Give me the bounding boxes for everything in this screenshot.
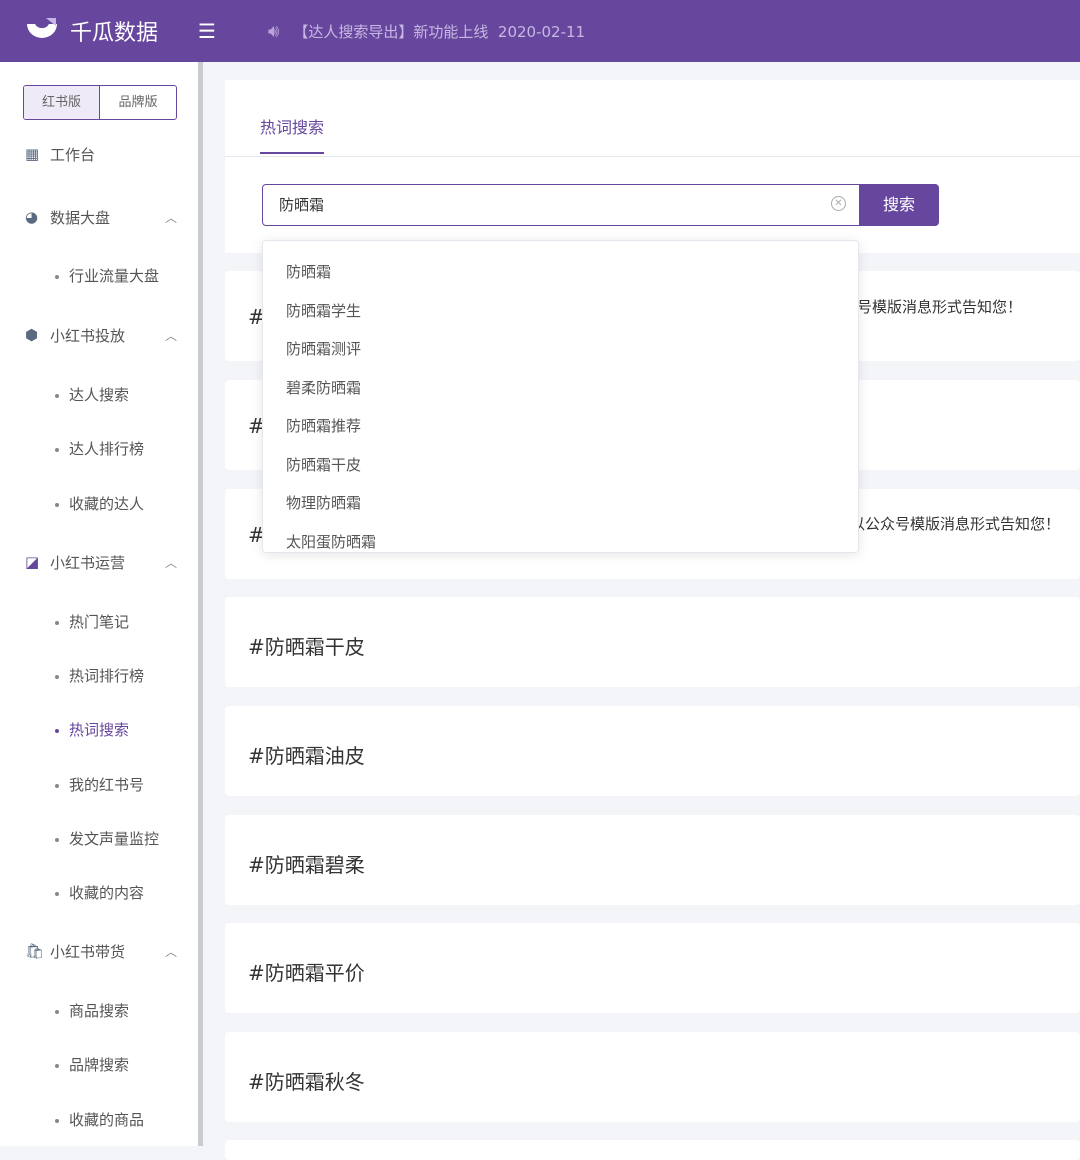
grid-icon: ▦ (25, 145, 40, 163)
nav-item[interactable]: 热词排行榜 (55, 665, 144, 686)
divider (225, 156, 1080, 157)
menu-toggle-icon[interactable]: ☰ (198, 19, 268, 43)
logo[interactable]: 千瓜数据 (24, 15, 198, 47)
result-card[interactable]: #防晒霜平价 (225, 923, 1080, 1013)
suggestion-item[interactable]: 太阳蛋防晒霜 (263, 523, 858, 553)
pie-chart-icon: ◕ (25, 208, 39, 226)
sidebar: 红书版 品牌版 ▦ 工作台 ◕ 数据大盘 ︿ 行业流量大盘 ⬢ 小红书投放 ︿ 达人搜索 … (0, 62, 203, 1146)
version-red-book[interactable]: 红书版 (24, 86, 100, 119)
chevron-up-icon: ︿ (165, 555, 178, 570)
notice-text[interactable]: 【达人搜索导出】新功能上线 2020-02-11 (293, 21, 585, 42)
search-panel: 热词搜索 防晒霜 ✕ 搜索 (225, 80, 1080, 253)
chevron-up-icon: ︿ (165, 210, 178, 225)
bag-icon: 🛍︎ (25, 942, 45, 960)
tab-hot-word-search[interactable]: 热词搜索 (260, 114, 325, 154)
result-card[interactable]: #防晒霜碧柔 (225, 815, 1080, 905)
nav-item[interactable]: 收藏的达人 (55, 493, 144, 514)
suggestion-dropdown: 防晒霜 防晒霜学生 防晒霜测评 碧柔防晒霜 防晒霜推荐 防晒霜干皮 物理防晒霜 … (262, 240, 859, 553)
nav-item[interactable]: 商品搜索 (55, 1000, 129, 1021)
nav-item[interactable]: 达人搜索 (55, 384, 129, 405)
suggestion-item[interactable]: 物理防晒霜 (263, 484, 858, 523)
suggestion-item[interactable]: 防晒霜干皮 (263, 446, 858, 485)
suggestion-item[interactable]: 防晒霜学生 (263, 292, 858, 331)
clear-icon[interactable]: ✕ (831, 196, 846, 211)
result-card[interactable]: #防晒霜油皮 (225, 706, 1080, 796)
nav-xhs-ops[interactable]: ◪ 小红书运营 ︿ (0, 552, 198, 572)
brand-name: 千瓜数据 (70, 21, 159, 46)
suggestion-item[interactable]: 防晒霜 (263, 253, 858, 292)
search-button[interactable]: 搜索 (859, 184, 939, 226)
nav-item[interactable]: 我的红书号 (55, 774, 144, 795)
top-bar: 千瓜数据 ☰ 🔊︎ 【达人搜索导出】新功能上线 2020-02-11 (0, 0, 1080, 62)
nav-xhs-sales[interactable]: 🛍︎ 小红书带货 ︿ (0, 941, 198, 961)
logo-icon (27, 18, 57, 38)
nav-item-active[interactable]: 热词搜索 (55, 719, 129, 740)
suggestion-item[interactable]: 碧柔防晒霜 (263, 369, 858, 408)
nav-xhs-ads[interactable]: ⬢ 小红书投放 ︿ (0, 325, 198, 345)
result-card[interactable]: #防晒霜秋冬 (225, 1032, 1080, 1122)
nav-workbench[interactable]: ▦ 工作台 (0, 144, 198, 164)
nav-item[interactable]: 达人排行榜 (55, 438, 144, 459)
nav-item[interactable]: 收藏的商品 (55, 1109, 144, 1130)
suggestion-item[interactable]: 防晒霜推荐 (263, 407, 858, 446)
chevron-up-icon: ︿ (165, 328, 178, 343)
result-card[interactable]: #防晒霜干皮 (225, 597, 1080, 687)
version-switch: 红书版 品牌版 (23, 85, 177, 120)
search-input[interactable]: 防晒霜 (262, 184, 860, 226)
suggestion-item[interactable]: 防晒霜测评 (263, 330, 858, 369)
nav-item[interactable]: 收藏的内容 (55, 882, 144, 903)
version-brand[interactable]: 品牌版 (100, 86, 176, 119)
nav-item[interactable]: 发文声量监控 (55, 828, 159, 849)
nav-item[interactable]: 行业流量大盘 (55, 265, 159, 286)
nav-data-dashboard[interactable]: ◕ 数据大盘 ︿ (0, 207, 198, 227)
cube-icon: ⬢ (25, 326, 39, 344)
nav-item[interactable]: 品牌搜索 (55, 1054, 129, 1075)
result-card (225, 1140, 1080, 1160)
chevron-up-icon: ︿ (165, 944, 178, 959)
speaker-icon: 🔊︎ (268, 20, 280, 42)
nav-item[interactable]: 热门笔记 (55, 611, 129, 632)
chart-icon: ◪ (25, 553, 40, 571)
